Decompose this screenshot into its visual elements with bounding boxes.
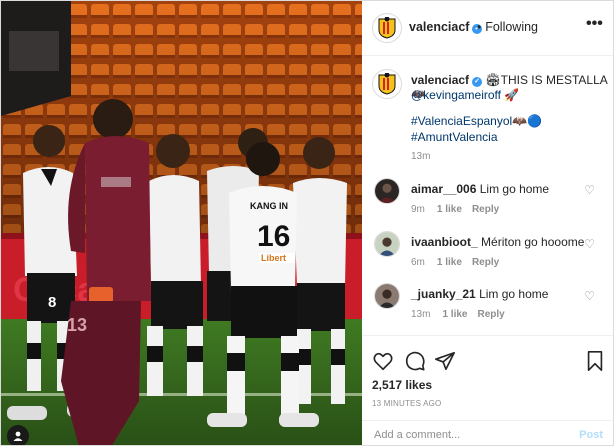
comment-age: 6m [411, 257, 425, 268]
comment-avatar[interactable] [374, 283, 400, 309]
valencia-avatar[interactable] [372, 13, 402, 43]
valencia-crest-icon [378, 73, 396, 95]
comment-like-heart-icon[interactable]: ♡ [584, 237, 595, 251]
post-header: valenciacf ✓ • Following ••• [362, 1, 613, 56]
bat-blue-emoji: 🦇🔵 [512, 114, 543, 128]
comment-like-heart-icon[interactable]: ♡ [584, 183, 595, 197]
comment-username[interactable]: _juanky_21 [411, 287, 476, 301]
reply-button[interactable]: Reply [472, 257, 499, 268]
jersey-number-left: 8 [48, 294, 56, 311]
comment-text: Mériton go hooome [481, 235, 585, 249]
photo-scene: Coca 8 [1, 1, 362, 445]
comment-likes[interactable]: 1 like [437, 204, 462, 215]
avatar-image [375, 232, 399, 256]
add-comment-input[interactable]: Add a comment... [374, 429, 460, 441]
comment-text-line: _juanky_21 Lim go home [411, 286, 548, 302]
caption-avatar[interactable] [372, 69, 402, 99]
verified-badge-icon: ✓ [472, 77, 483, 87]
comment-text-line: ivaanbioot_ Mériton go hooome [411, 234, 584, 250]
save-bookmark-icon[interactable] [584, 350, 606, 372]
post-comment-button[interactable]: Post [579, 429, 603, 441]
jersey-number-keeper: 13 [67, 315, 87, 335]
jersey-number-16: 16 [257, 220, 290, 253]
comment-text-line: aimar__006 Lim go home [411, 181, 549, 197]
header-username-text[interactable]: valenciacf [409, 20, 469, 34]
comment-bubble-icon[interactable] [404, 350, 426, 372]
caption-line-2: @kevingameiroff 🚀 [411, 87, 519, 103]
hashtag-valencia-espanyol[interactable]: #ValenciaEspanyol [411, 114, 512, 128]
reply-button[interactable]: Reply [472, 204, 499, 215]
caption-line-4: #AmuntValencia [411, 129, 498, 145]
avatar-image [375, 179, 399, 203]
likes-count[interactable]: 2,517 likes [372, 378, 432, 392]
comment-age: 9m [411, 204, 425, 215]
comment-meta: 6m 1 like Reply [411, 257, 499, 268]
caption-age: 13m [411, 151, 431, 162]
follow-status[interactable]: • Following [473, 20, 538, 34]
comment-username[interactable]: ivaanbioot_ [411, 235, 478, 249]
share-send-icon[interactable] [434, 350, 456, 372]
comment-avatar[interactable] [374, 178, 400, 204]
comment-meta: 13m 1 like Reply [411, 309, 505, 320]
comment-meta: 9m 1 like Reply [411, 204, 499, 215]
header-separator: • [477, 20, 482, 34]
post-photo[interactable]: Coca 8 [1, 1, 362, 445]
comment-age: 13m [411, 309, 431, 320]
comment-text: Lim go home [479, 182, 550, 196]
comment-username[interactable]: aimar__006 [411, 182, 476, 196]
hashtag-amunt-valencia[interactable]: #AmuntValencia [411, 130, 498, 144]
comment-text: Lim go home [479, 287, 549, 301]
comment-likes[interactable]: 1 like [442, 309, 467, 320]
post-side-panel: valenciacf ✓ • Following ••• valenciacf ✓ 🏟… [362, 1, 613, 445]
header-username[interactable]: valenciacf ✓ [409, 20, 483, 34]
person-icon [13, 431, 23, 441]
mention-link[interactable]: @kevingameiroff [411, 88, 501, 102]
comment-like-heart-icon[interactable]: ♡ [584, 289, 595, 303]
comment-likes[interactable]: 1 like [437, 257, 462, 268]
caption-text: THIS IS MESTALLA [500, 73, 608, 87]
comment-avatar[interactable] [374, 231, 400, 257]
like-heart-icon[interactable] [372, 350, 394, 372]
avatar-image [375, 284, 399, 308]
more-options-icon[interactable]: ••• [586, 15, 603, 33]
valencia-crest-icon [378, 17, 396, 39]
tagged-user-icon[interactable] [7, 425, 29, 445]
sponsor-text: Libert [261, 253, 286, 263]
rocket-emoji: 🚀 [504, 88, 520, 102]
post-timestamp[interactable]: 13 MINUTES AGO [372, 399, 441, 408]
post-actions: 2,517 likes 13 MINUTES AGO Add a comment… [362, 335, 613, 445]
reply-button[interactable]: Reply [477, 309, 504, 320]
caption-username[interactable]: valenciacf [411, 73, 469, 87]
stadium-emoji: 🏟 [485, 73, 501, 87]
instagram-post: Coca 8 [0, 0, 614, 446]
following-button[interactable]: Following [485, 20, 538, 34]
caption-line-3: #ValenciaEspanyol🦇🔵 [411, 113, 542, 129]
jersey-name: KANG IN [250, 201, 288, 211]
add-comment-bar: Add a comment... Post [362, 420, 613, 445]
